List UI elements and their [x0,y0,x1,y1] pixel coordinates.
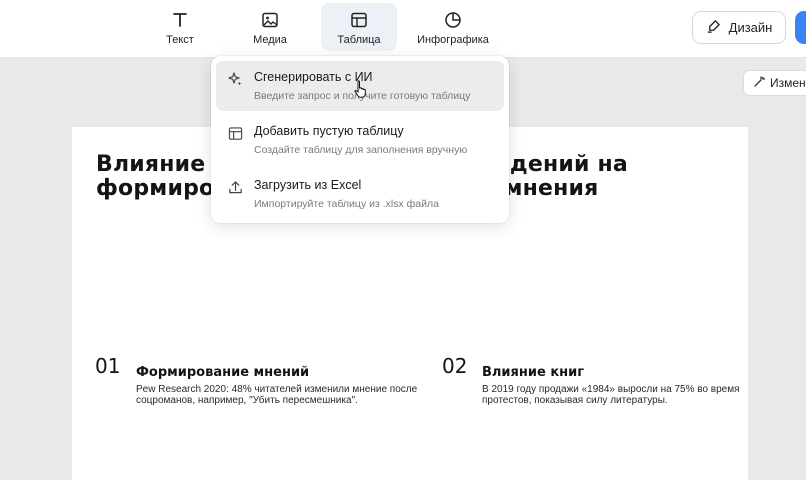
menu-item-upload-excel[interactable]: Загрузить из Excel Импортируйте таблицу … [216,169,504,219]
upload-icon [226,178,244,196]
edit-button-label: Измен [770,76,806,90]
text-icon [169,9,191,31]
menu-item-title: Добавить пустую таблицу [254,124,404,138]
table-icon [226,124,244,142]
design-button[interactable]: Дизайн [692,11,786,44]
tool-infographic[interactable]: Инфографика [412,3,494,51]
point-heading: Влияние книг [482,365,585,380]
tool-text-label: Текст [166,33,194,46]
magic-wand-icon [753,75,766,91]
menu-item-description: Создайте таблицу для заполнения вручную [254,144,468,156]
edit-button[interactable]: Измен [743,70,806,96]
menu-item-description: Импортируйте таблицу из .xlsx файла [254,198,439,210]
primary-action-button[interactable] [795,11,806,44]
point-heading: Формирование мнений [136,365,310,380]
tool-media[interactable]: Медиа [237,3,303,51]
tool-table-label: Таблица [337,33,381,46]
tool-infographic-label: Инфографика [417,33,489,46]
menu-item-empty-table[interactable]: Добавить пустую таблицу Создайте таблицу… [216,115,504,165]
brush-icon [706,19,721,37]
sparkle-icon [226,70,244,88]
point-body: Pew Research 2020: 48% читателей изменил… [136,384,418,406]
top-toolbar: Текст Медиа Таблица Инфографика Дизайн [0,0,806,58]
menu-item-title: Загрузить из Excel [254,178,362,192]
point-body: В 2019 году продажи «1984» выросли на 75… [482,384,740,406]
tool-media-label: Медиа [253,33,287,46]
table-icon [348,9,370,31]
pie-chart-icon [442,9,464,31]
image-icon [259,9,281,31]
point-number: 02 [442,354,468,378]
mouse-pointer-icon [353,80,367,103]
tool-text[interactable]: Текст [150,3,210,51]
point-number: 01 [95,354,121,378]
design-button-label: Дизайн [728,20,773,35]
tool-table[interactable]: Таблица [321,3,397,51]
